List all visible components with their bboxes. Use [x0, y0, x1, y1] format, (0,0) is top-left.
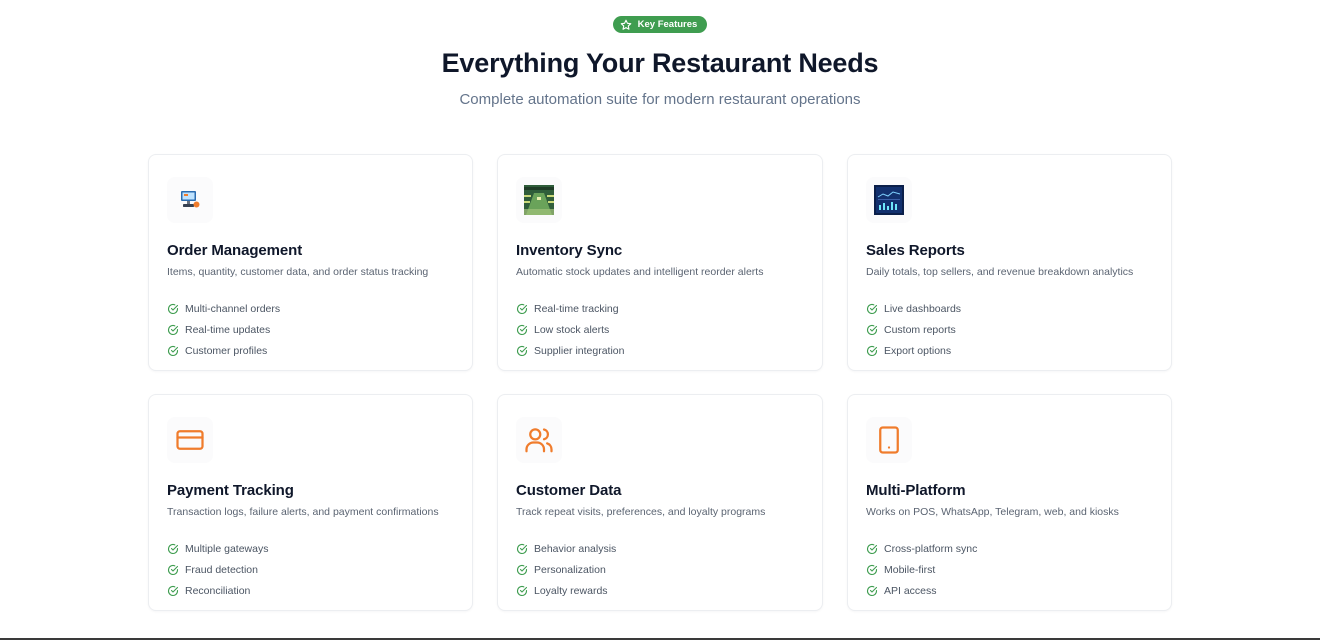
users-icon [516, 417, 562, 463]
badge-label: Key Features [637, 19, 698, 30]
card-title: Customer Data [516, 482, 622, 499]
list-item-label: Behavior analysis [534, 542, 617, 555]
list-item: Cross-platform sync [866, 538, 1153, 559]
check-circle-icon [167, 543, 179, 555]
list-item-label: Low stock alerts [534, 323, 610, 336]
check-circle-icon [866, 585, 878, 597]
list-item-label: Real-time updates [185, 323, 271, 336]
feature-list: Multiple gateways Fraud detection Reconc… [167, 538, 454, 601]
list-item: Reconciliation [167, 580, 454, 601]
analytics-dashboard-icon [866, 177, 912, 223]
list-item-label: Export options [884, 344, 952, 357]
card-title: Multi-Platform [866, 482, 966, 499]
check-circle-icon [167, 324, 179, 336]
list-item-label: Personalization [534, 563, 606, 576]
list-item: Custom reports [866, 319, 1153, 340]
list-item: Personalization [516, 559, 804, 580]
pos-terminal-icon [167, 177, 213, 223]
page-subtitle: Complete automation suite for modern res… [459, 90, 861, 108]
check-circle-icon [167, 564, 179, 576]
list-item: Multiple gateways [167, 538, 454, 559]
check-circle-icon [866, 324, 878, 336]
list-item-label: Mobile-first [884, 563, 936, 576]
check-circle-icon [866, 564, 878, 576]
check-circle-icon [866, 345, 878, 357]
list-item: Supplier integration [516, 340, 804, 361]
check-circle-icon [516, 543, 528, 555]
features-grid: Order Management Items, quantity, custom… [148, 154, 1172, 611]
feature-card-payment-tracking: Payment Tracking Transaction logs, failu… [148, 394, 473, 611]
check-circle-icon [866, 303, 878, 315]
feature-list: Multi-channel orders Real-time updates C… [167, 298, 454, 361]
section-header: Key Features Everything Your Restaurant … [0, 0, 1320, 108]
check-circle-icon [516, 345, 528, 357]
features-section: Key Features Everything Your Restaurant … [0, 0, 1320, 640]
list-item-label: Supplier integration [534, 344, 625, 357]
card-title: Order Management [167, 242, 303, 259]
list-item: Fraud detection [167, 559, 454, 580]
list-item: Multi-channel orders [167, 298, 454, 319]
check-circle-icon [516, 564, 528, 576]
list-item-label: Customer profiles [185, 344, 268, 357]
card-description: Items, quantity, customer data, and orde… [167, 266, 429, 278]
card-title: Payment Tracking [167, 482, 294, 499]
list-item: Customer profiles [167, 340, 454, 361]
warehouse-aisle-icon [516, 177, 562, 223]
card-description: Daily totals, top sellers, and revenue b… [866, 266, 1134, 278]
list-item: Export options [866, 340, 1153, 361]
check-circle-icon [866, 543, 878, 555]
star-icon [620, 19, 632, 31]
feature-list: Cross-platform sync Mobile-first API acc… [866, 538, 1153, 601]
check-circle-icon [516, 324, 528, 336]
feature-list: Behavior analysis Personalization Loyalt… [516, 538, 804, 601]
list-item: Behavior analysis [516, 538, 804, 559]
list-item-label: Multiple gateways [185, 542, 269, 555]
list-item: Real-time updates [167, 319, 454, 340]
card-description: Transaction logs, failure alerts, and pa… [167, 506, 439, 518]
list-item: Low stock alerts [516, 319, 804, 340]
card-description: Works on POS, WhatsApp, Telegram, web, a… [866, 506, 1119, 518]
feature-card-sales-reports: Sales Reports Daily totals, top sellers,… [847, 154, 1172, 371]
list-item-label: Loyalty rewards [534, 584, 608, 597]
list-item: Real-time tracking [516, 298, 804, 319]
key-features-badge: Key Features [612, 16, 708, 33]
check-circle-icon [167, 345, 179, 357]
feature-card-customer-data: Customer Data Track repeat visits, prefe… [497, 394, 823, 611]
list-item: API access [866, 580, 1153, 601]
list-item-label: Real-time tracking [534, 302, 619, 315]
list-item-label: Custom reports [884, 323, 956, 336]
list-item: Live dashboards [866, 298, 1153, 319]
list-item-label: Cross-platform sync [884, 542, 978, 555]
feature-list: Real-time tracking Low stock alerts Supp… [516, 298, 804, 361]
card-title: Sales Reports [866, 242, 965, 259]
list-item-label: API access [884, 584, 937, 597]
list-item-label: Reconciliation [185, 584, 251, 597]
list-item-label: Fraud detection [185, 563, 258, 576]
list-item: Loyalty rewards [516, 580, 804, 601]
page-title: Everything Your Restaurant Needs [441, 47, 879, 78]
feature-card-inventory-sync: Inventory Sync Automatic stock updates a… [497, 154, 823, 371]
list-item: Mobile-first [866, 559, 1153, 580]
feature-card-order-management: Order Management Items, quantity, custom… [148, 154, 473, 371]
list-item-label: Live dashboards [884, 302, 962, 315]
check-circle-icon [516, 585, 528, 597]
card-title: Inventory Sync [516, 242, 623, 259]
check-circle-icon [167, 303, 179, 315]
check-circle-icon [167, 585, 179, 597]
card-description: Automatic stock updates and intelligent … [516, 266, 764, 278]
list-item-label: Multi-channel orders [185, 302, 281, 315]
check-circle-icon [516, 303, 528, 315]
card-description: Track repeat visits, preferences, and lo… [516, 506, 766, 518]
feature-card-multi-platform: Multi-Platform Works on POS, WhatsApp, T… [847, 394, 1172, 611]
credit-card-icon [167, 417, 213, 463]
tablet-icon [866, 417, 912, 463]
feature-list: Live dashboards Custom reports Export op… [866, 298, 1153, 361]
